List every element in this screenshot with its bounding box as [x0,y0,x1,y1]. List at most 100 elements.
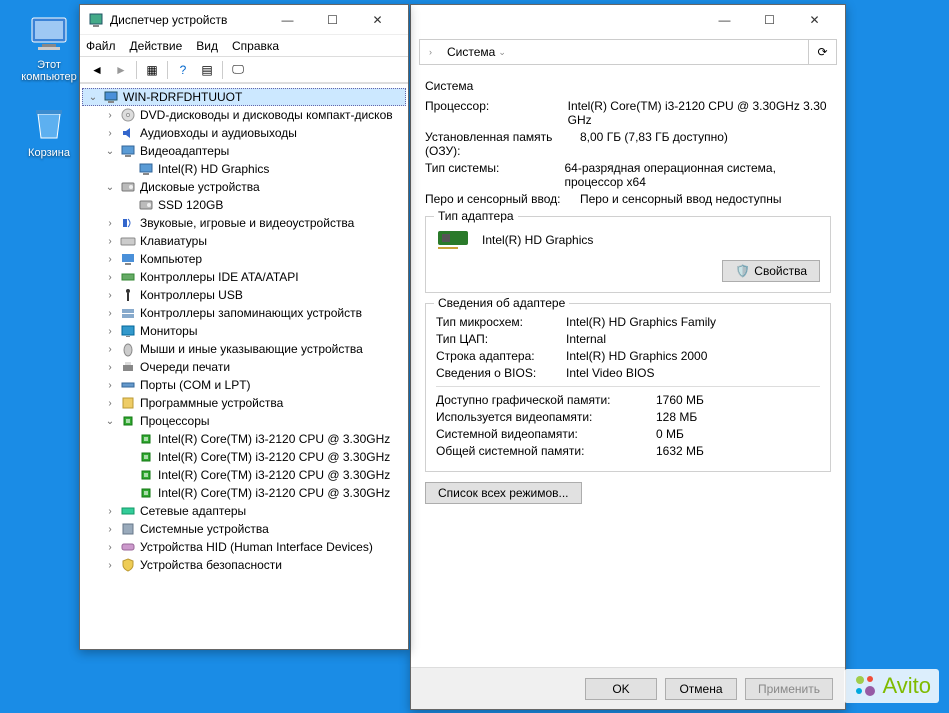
expand-icon[interactable]: › [104,326,116,337]
row-value: 1760 МБ [656,393,704,407]
desktop-icon-label: Этот компьютер [14,59,84,83]
minimize-button[interactable]: — [265,5,310,34]
tree-node[interactable]: ›Контроллеры запоминающих устройств [82,304,406,322]
expand-icon[interactable]: › [104,128,116,139]
tree-node[interactable]: ›Мониторы [82,322,406,340]
tree-node[interactable]: ⌄Видеоадаптеры [82,142,406,160]
info-row: Тип ЦАП:Internal [436,332,820,346]
desktop-icon-this-pc[interactable]: Этот компьютер [14,14,84,83]
tree-node[interactable]: ›Устройства HID (Human Interface Devices… [82,538,406,556]
menu-file[interactable]: Файл [86,39,116,53]
expand-icon[interactable]: › [104,110,116,121]
tree-node[interactable]: Intel(R) Core(TM) i3-2120 CPU @ 3.30GHz [82,448,406,466]
row-key: Сведения о BIOS: [436,366,566,380]
tree-node[interactable]: › DVD-дисководы и дисководы компакт-диско… [82,106,406,124]
menu-view[interactable]: Вид [196,39,218,53]
tree-node[interactable]: ›Программные устройства [82,394,406,412]
menu-action[interactable]: Действие [130,39,183,53]
info-row: Строка адаптера:Intel(R) HD Graphics 200… [436,349,820,363]
tree-node[interactable]: ⌄Процессоры [82,412,406,430]
menubar: Файл Действие Вид Справка [80,35,408,57]
info-row: Тип микросхем:Intel(R) HD Graphics Famil… [436,315,820,329]
arrow-left-icon: ◄ [91,63,103,77]
refresh-button[interactable]: ⟳ [808,40,836,64]
device-tree[interactable]: ⌄ WIN-RDRFDHTUUOT › DVD-дисководы и диско… [80,83,408,647]
tree-node[interactable]: ›Клавиатуры [82,232,406,250]
tree-node-label: Системные устройства [140,522,269,536]
tree-node[interactable]: ›Контроллеры USB [82,286,406,304]
menu-help[interactable]: Справка [232,39,279,53]
ide-icon [120,269,136,285]
close-button[interactable]: ✕ [792,6,837,35]
adapter-type-fieldset: Тип адаптера Intel(R) HD Graphics 🛡️Свой… [425,216,831,293]
collapse-icon[interactable]: ⌄ [87,92,99,103]
list-modes-button[interactable]: Список всех режимов... [425,482,582,504]
maximize-button[interactable]: ☐ [310,5,355,34]
tree-node[interactable]: ›Компьютер [82,250,406,268]
tree-node[interactable]: SSD 120GB [82,196,406,214]
tree-node[interactable]: ›Контроллеры IDE ATA/ATAPI [82,268,406,286]
row-value: Internal [566,332,606,346]
maximize-button[interactable]: ☐ [747,6,792,35]
shield-icon: 🛡️ [735,264,750,278]
tree-node[interactable]: › Системные устройства [82,520,406,538]
desktop-icon-label: Корзина [14,147,84,159]
tree-node[interactable]: Intel(R) Core(TM) i3-2120 CPU @ 3.30GHz [82,430,406,448]
tree-node[interactable]: ›Сетевые адаптеры [82,502,406,520]
toolbar-button[interactable]: ▤ [196,59,218,81]
memory-row: Системной видеопамяти:0 МБ [436,427,820,441]
expand-icon[interactable]: ⌄ [104,416,116,427]
apply-button[interactable]: Применить [745,678,833,700]
tree-node[interactable]: ›Аудиовходы и аудиовыходы [82,124,406,142]
desktop-icon-recycle-bin[interactable]: Корзина [14,102,84,159]
expand-icon[interactable]: › [104,236,116,247]
row-key: Системной видеопамяти: [436,427,656,441]
forward-button[interactable]: ► [110,59,132,81]
expand-icon[interactable]: ⌄ [104,182,116,193]
expand-icon[interactable]: › [104,506,116,517]
close-button[interactable]: ✕ [355,5,400,34]
video-icon [120,143,136,159]
toolbar-button[interactable]: 🖵 [227,59,249,81]
tree-node[interactable]: ›Очереди печати [82,358,406,376]
sys-icon [120,521,136,537]
expand-icon[interactable]: › [104,560,116,571]
monitor-icon [120,323,136,339]
breadcrumb-segment[interactable]: Система ⌄ [441,40,515,64]
tree-node[interactable]: ›Устройства безопасности [82,556,406,574]
row-value: 64-разрядная операционная система, проце… [564,161,831,189]
minimize-button[interactable]: — [702,6,747,35]
ok-button[interactable]: OK [585,678,657,700]
properties-button[interactable]: 🛡️Свойства [722,260,820,282]
expand-icon[interactable]: › [104,542,116,553]
breadcrumb[interactable]: › Система ⌄ ⟳ [419,39,837,65]
tree-node-label: DVD-дисководы и дисководы компакт-дисков [140,108,393,122]
expand-icon[interactable]: › [104,524,116,535]
expand-icon[interactable]: › [104,290,116,301]
toolbar-button[interactable]: ▦ [141,59,163,81]
cancel-button[interactable]: Отмена [665,678,737,700]
expand-icon[interactable]: › [104,362,116,373]
expand-icon[interactable]: › [104,254,116,265]
expand-icon[interactable]: › [104,308,116,319]
expand-icon[interactable]: › [104,218,116,229]
tree-node[interactable]: ›Порты (COM и LPT) [82,376,406,394]
system-row: Установленная память (ОЗУ):8,00 ГБ (7,83… [425,130,831,158]
row-key: Тип ЦАП: [436,332,566,346]
expand-icon[interactable]: › [104,398,116,409]
back-button[interactable]: ◄ [86,59,108,81]
expand-icon[interactable]: ⌄ [104,146,116,157]
tree-node[interactable]: Intel(R) Core(TM) i3-2120 CPU @ 3.30GHz [82,484,406,502]
tree-node[interactable]: ›Звуковые, игровые и видеоустройства [82,214,406,232]
expand-icon[interactable]: › [104,344,116,355]
toolbar-button[interactable]: ? [172,59,194,81]
monitor-icon: 🖵 [232,62,244,77]
tree-node[interactable]: ⌄Дисковые устройства [82,178,406,196]
tree-node[interactable]: Intel(R) Core(TM) i3-2120 CPU @ 3.30GHz [82,466,406,484]
expand-icon[interactable]: › [104,380,116,391]
tree-node[interactable]: Intel(R) HD Graphics [82,160,406,178]
tree-root[interactable]: ⌄ WIN-RDRFDHTUUOT [82,88,406,106]
expand-icon[interactable]: › [104,272,116,283]
tree-node[interactable]: ›Мыши и иные указывающие устройства [82,340,406,358]
info-row: Сведения о BIOS:Intel Video BIOS [436,366,820,380]
